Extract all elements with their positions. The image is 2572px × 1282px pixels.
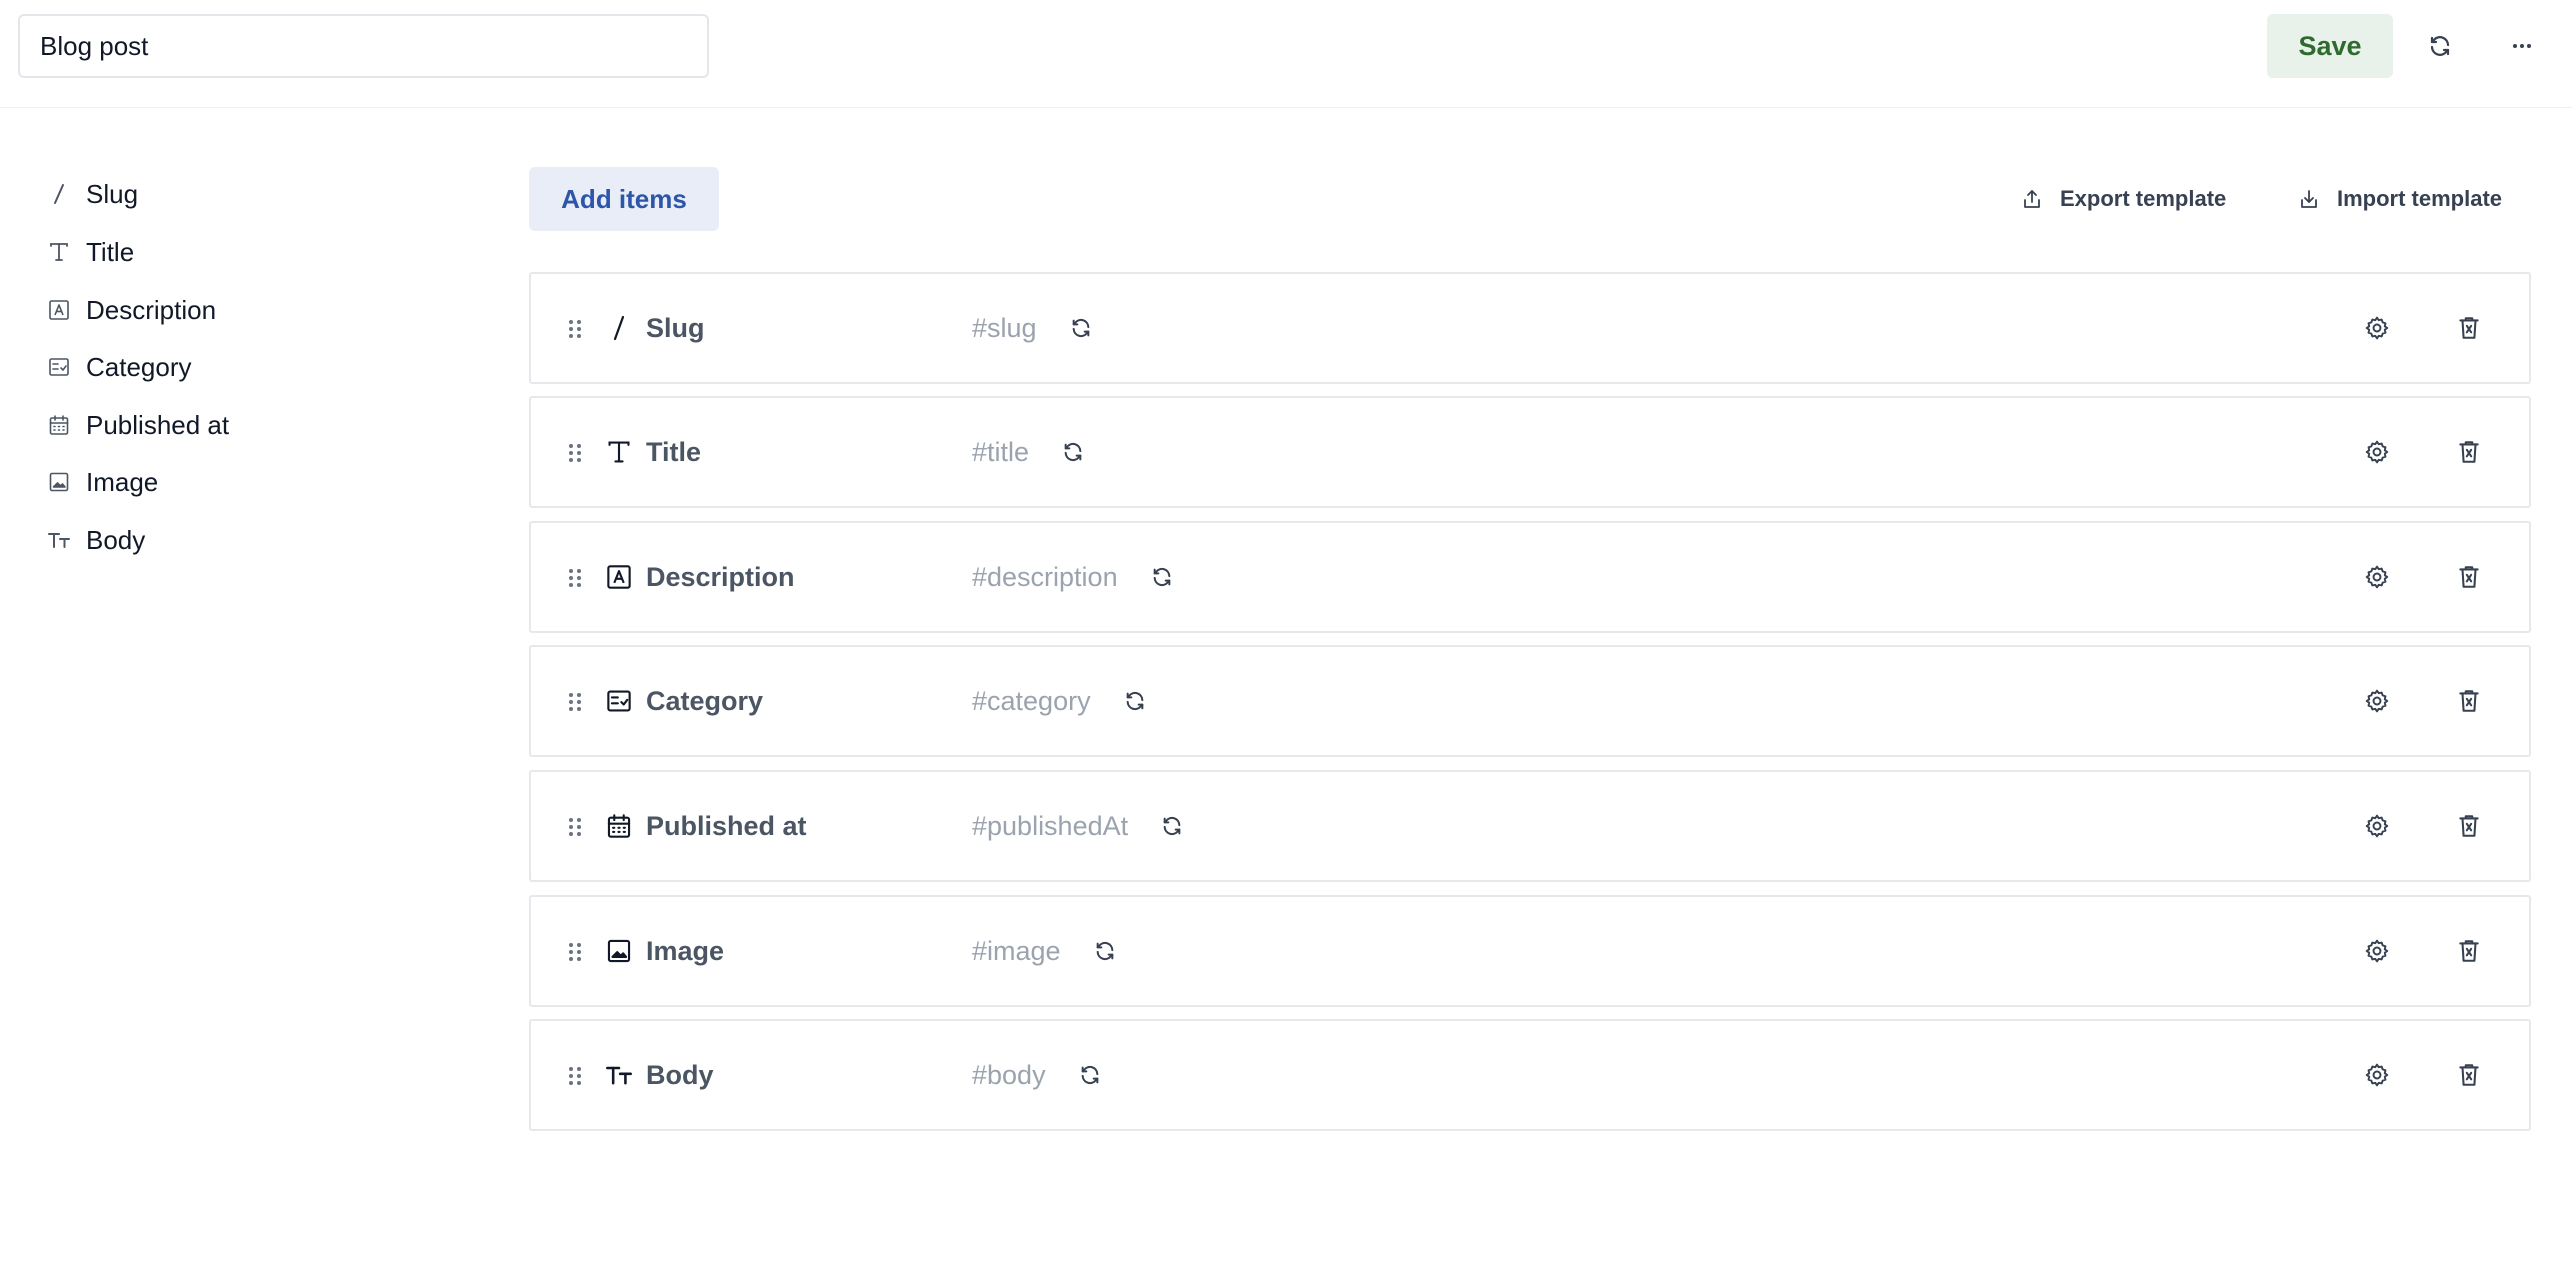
field-label: Title [646, 437, 702, 467]
field-api-id: #slug [972, 310, 1095, 346]
sidebar-item-description[interactable]: Description [44, 285, 216, 335]
field-row-description: Description #description [529, 521, 2531, 633]
more-options-button[interactable] [2494, 18, 2550, 74]
refresh-icon[interactable] [1059, 438, 1087, 466]
refresh-button[interactable] [2412, 18, 2468, 74]
top-bar: Save [0, 0, 2572, 108]
sidebar-item-label: Slug [86, 178, 139, 209]
trash-icon[interactable] [2453, 935, 2485, 967]
slash-icon [44, 179, 74, 209]
refresh-icon [2428, 34, 2452, 58]
field-api-id-text: #image [972, 936, 1061, 966]
export-icon [2018, 185, 2046, 213]
field-row-category: Category #category [529, 645, 2531, 757]
rich-text-icon [44, 525, 74, 555]
sidebar-item-label: Category [86, 351, 192, 382]
field-api-id-text: #publishedAt [972, 811, 1129, 841]
refresh-icon[interactable] [1148, 563, 1176, 591]
field-label: Image [646, 936, 725, 966]
trash-icon[interactable] [2453, 561, 2485, 593]
more-horizontal-icon [2510, 34, 2534, 58]
gear-icon[interactable] [2361, 1059, 2393, 1091]
field-label: Category [646, 686, 764, 716]
export-template-label: Export template [2060, 186, 2227, 211]
export-template-button[interactable]: Export template [2018, 172, 2226, 226]
gear-icon[interactable] [2361, 810, 2393, 842]
field-label: Published at [646, 811, 807, 841]
gear-icon[interactable] [2361, 436, 2393, 468]
image-icon [603, 935, 635, 967]
sidebar-item-body[interactable]: Body [44, 515, 145, 565]
image-icon [44, 467, 74, 497]
field-row-slug: Slug #slug [529, 272, 2531, 384]
field-api-id: #publishedAt [972, 808, 1186, 844]
text-box-icon [44, 295, 74, 325]
drag-handle-icon[interactable] [565, 438, 585, 468]
import-template-button[interactable]: Import template [2295, 172, 2502, 226]
field-row-body: Body #body [529, 1019, 2531, 1131]
drag-handle-icon[interactable] [565, 1061, 585, 1091]
sidebar-item-category[interactable]: Category [44, 342, 192, 392]
field-api-id: #title [972, 434, 1087, 470]
import-template-label: Import template [2337, 186, 2503, 211]
rich-text-icon [603, 1059, 635, 1091]
select-list-icon [44, 352, 74, 382]
text-box-icon [603, 561, 635, 593]
sidebar-item-label: Description [86, 294, 217, 325]
select-list-icon [603, 685, 635, 717]
refresh-icon[interactable] [1158, 812, 1186, 840]
field-label: Body [646, 1060, 714, 1090]
drag-handle-icon[interactable] [565, 563, 585, 593]
refresh-icon[interactable] [1091, 937, 1119, 965]
sidebar-item-published-at[interactable]: Published at [44, 400, 229, 450]
sidebar-item-label: Title [86, 236, 135, 267]
field-row-published-at: Published at #publishedAt [529, 770, 2531, 882]
trash-icon[interactable] [2453, 312, 2485, 344]
field-api-id-text: #body [972, 1060, 1046, 1090]
field-api-id: #image [972, 933, 1119, 969]
sidebar-item-label: Body [86, 524, 146, 555]
import-icon [2295, 185, 2323, 213]
drag-handle-icon[interactable] [565, 812, 585, 842]
field-row-image: Image #image [529, 895, 2531, 1007]
drag-handle-icon[interactable] [565, 314, 585, 344]
sidebar-item-label: Image [86, 466, 159, 497]
calendar-icon [603, 810, 635, 842]
trash-icon[interactable] [2453, 436, 2485, 468]
text-type-icon [44, 237, 74, 267]
refresh-icon[interactable] [1076, 1061, 1104, 1089]
gear-icon[interactable] [2361, 935, 2393, 967]
model-name-input[interactable] [18, 14, 709, 78]
field-api-id-text: #title [972, 437, 1030, 467]
gear-icon[interactable] [2361, 312, 2393, 344]
text-type-icon [603, 436, 635, 468]
field-api-id-text: #category [972, 686, 1091, 716]
save-button[interactable]: Save [2267, 14, 2393, 78]
field-api-id-text: #description [972, 562, 1118, 592]
field-api-id: #category [972, 683, 1149, 719]
field-api-id: #body [972, 1057, 1104, 1093]
gear-icon[interactable] [2361, 561, 2393, 593]
field-row-title: Title #title [529, 396, 2531, 508]
field-label: Slug [646, 313, 705, 343]
trash-icon[interactable] [2453, 810, 2485, 842]
refresh-icon[interactable] [1121, 687, 1149, 715]
trash-icon[interactable] [2453, 685, 2485, 717]
gear-icon[interactable] [2361, 685, 2393, 717]
refresh-icon[interactable] [1067, 314, 1095, 342]
sidebar-item-slug[interactable]: Slug [44, 169, 138, 219]
sidebar-item-label: Published at [86, 409, 230, 440]
field-api-id-text: #slug [972, 313, 1037, 343]
drag-handle-icon[interactable] [565, 937, 585, 967]
trash-icon[interactable] [2453, 1059, 2485, 1091]
drag-handle-icon[interactable] [565, 687, 585, 717]
sidebar-item-title[interactable]: Title [44, 227, 134, 277]
sidebar-item-image[interactable]: Image [44, 457, 158, 507]
field-api-id: #description [972, 559, 1176, 595]
field-label: Description [646, 562, 795, 592]
calendar-icon [44, 410, 74, 440]
slash-icon [603, 312, 635, 344]
add-items-button[interactable]: Add items [529, 167, 719, 231]
